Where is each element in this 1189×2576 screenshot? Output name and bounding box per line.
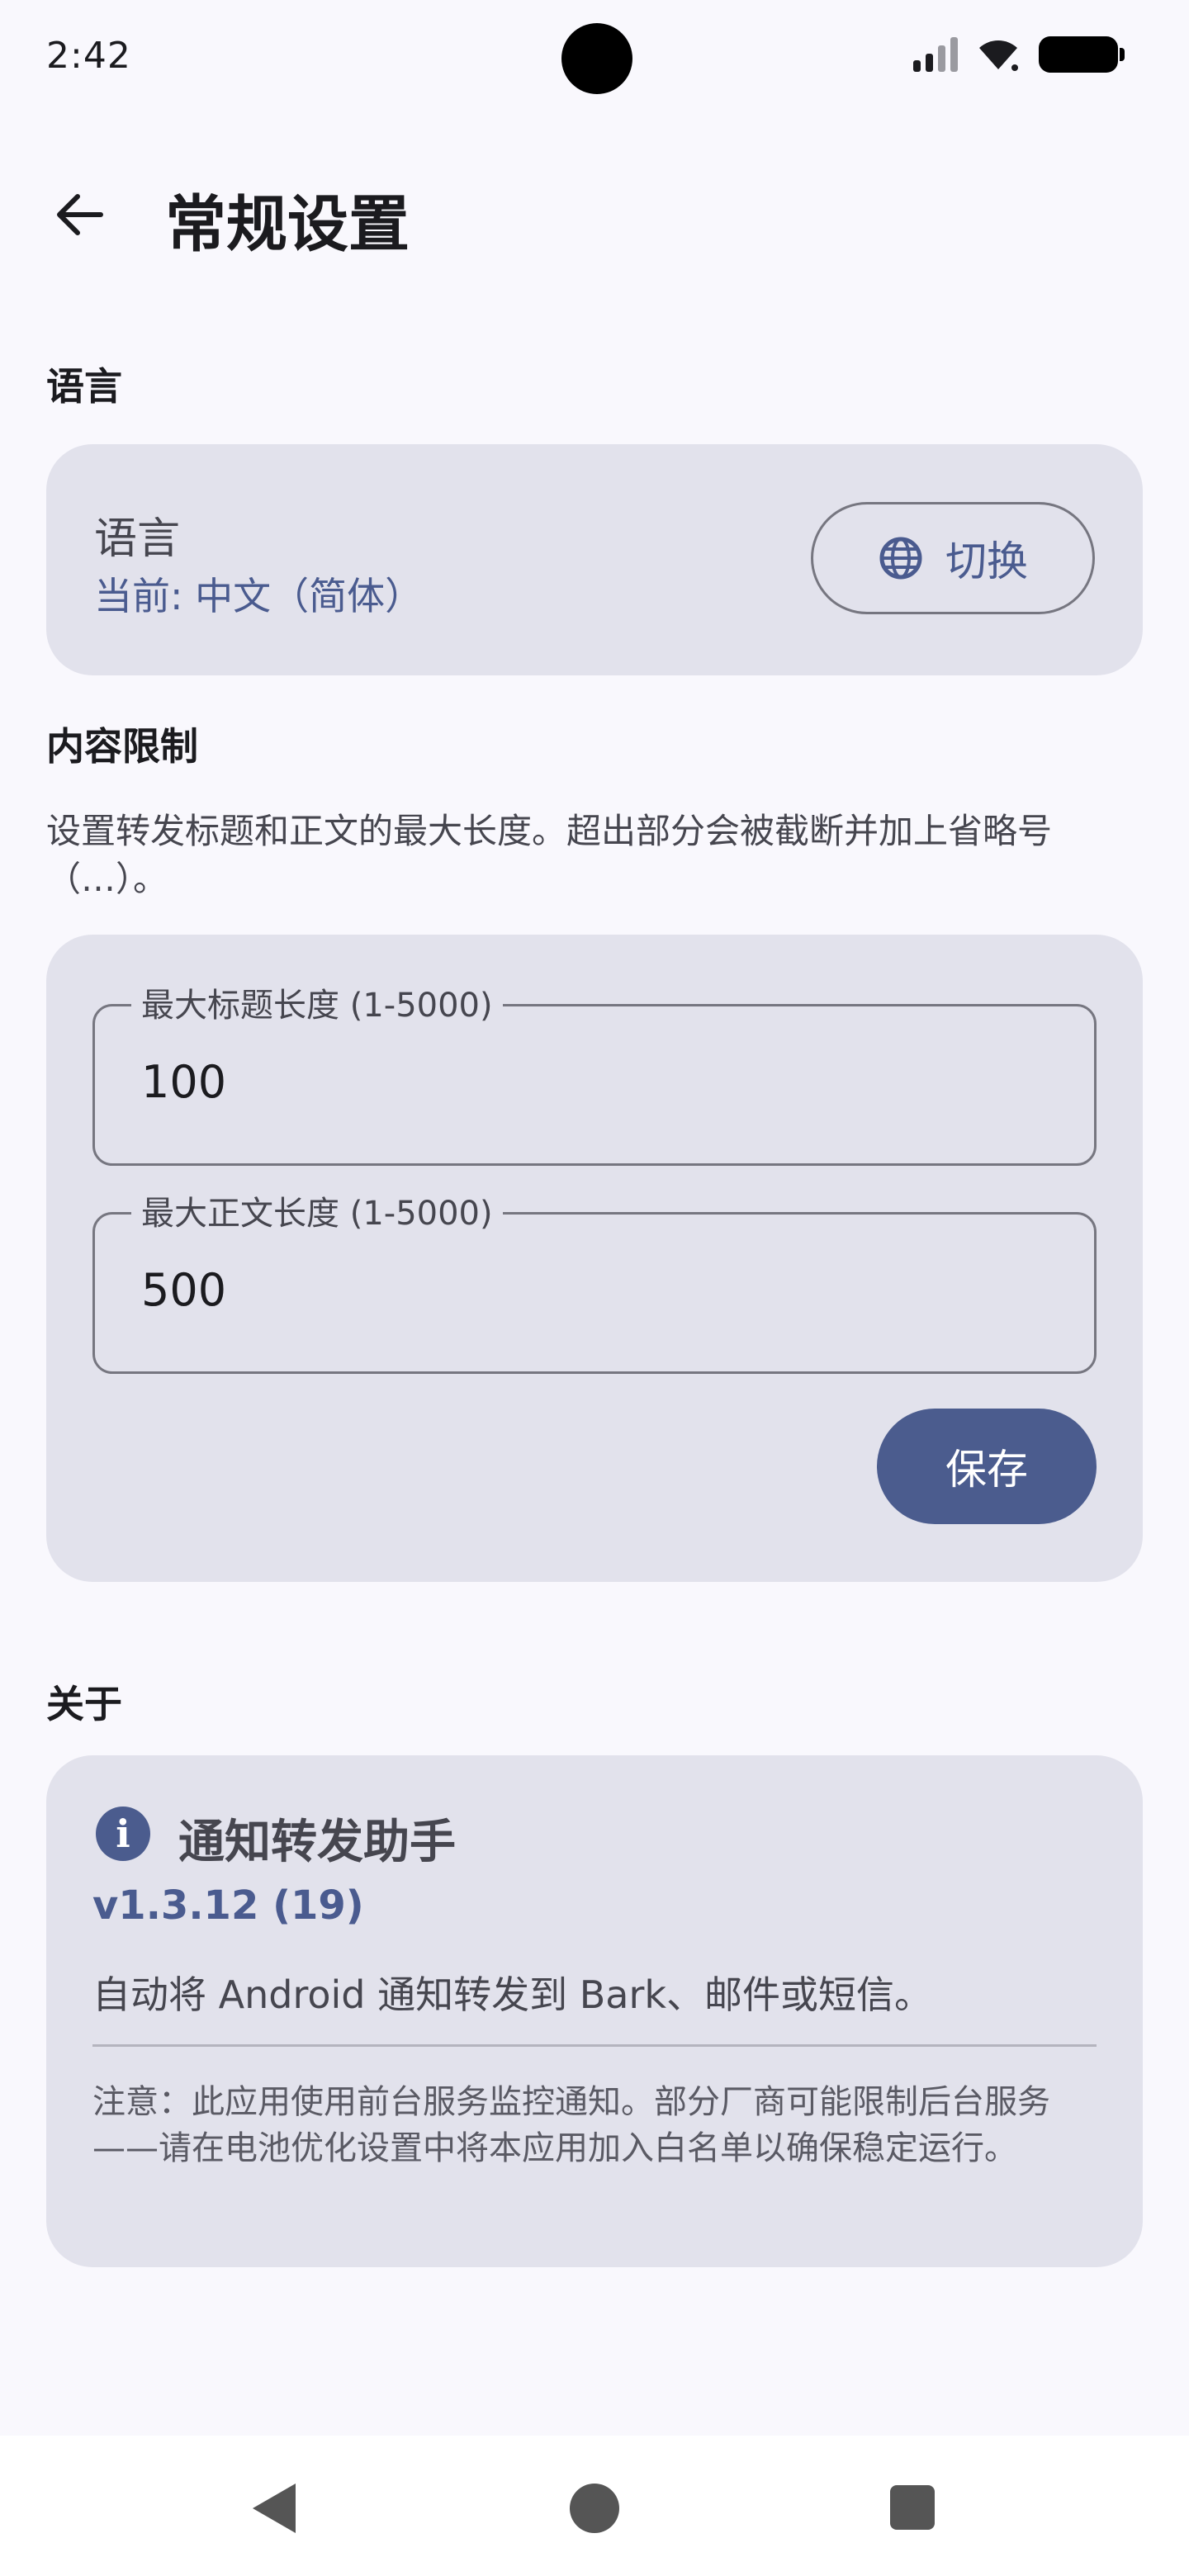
switch-language-button[interactable]: 切换: [811, 502, 1095, 614]
status-time: 2:42: [46, 35, 131, 77]
info-icon: i: [96, 1807, 150, 1861]
wifi-icon: [979, 40, 1018, 71]
battery-icon: [1039, 36, 1125, 73]
content-limit-description: 设置转发标题和正文的最大长度。超出部分会被截断并加上省略号（…）。: [46, 811, 1053, 899]
max-title-length-value[interactable]: 100: [141, 1056, 226, 1108]
max-body-length-field[interactable]: 最大正文长度 (1-5000) 500: [92, 1186, 1097, 1374]
camera-cutout: [561, 23, 632, 94]
status-icons: [913, 36, 1125, 73]
page-title: 常规设置: [165, 189, 410, 260]
section-heading-language: 语言: [46, 364, 122, 409]
about-card: i 通知转发助手 v1.3.12 (19) 自动将 Android 通知转发到 …: [46, 1755, 1143, 2267]
nav-home-icon[interactable]: [570, 2484, 619, 2533]
signal-icon: [913, 37, 958, 72]
max-title-length-field[interactable]: 最大标题长度 (1-5000) 100: [92, 978, 1097, 1166]
save-button[interactable]: 保存: [877, 1409, 1097, 1524]
arrow-left-icon: [57, 194, 103, 235]
nav-recents-icon[interactable]: [890, 2485, 935, 2530]
language-current: 当前: 中文（简体）: [94, 574, 424, 618]
language-card: 语言 当前: 中文（简体） 切换: [46, 444, 1143, 675]
system-navigation-bar: [0, 2436, 1189, 2576]
app-version: v1.3.12 (19): [92, 1882, 364, 1929]
max-body-length-label: 最大正文长度 (1-5000): [131, 1186, 503, 1234]
divider: [92, 2044, 1097, 2047]
max-body-length-value[interactable]: 500: [141, 1264, 226, 1316]
section-heading-content-limit: 内容限制: [46, 724, 198, 769]
max-title-length-label: 最大标题长度 (1-5000): [131, 978, 503, 1026]
app-description: 自动将 Android 通知转发到 Bark、邮件或短信。: [92, 1972, 933, 2017]
switch-language-label: 切换: [945, 537, 1028, 585]
content-limit-card: 最大标题长度 (1-5000) 100 最大正文长度 (1-5000) 500 …: [46, 935, 1143, 1582]
app-name: 通知转发助手: [178, 1816, 456, 1869]
status-bar: 2:42: [0, 0, 1189, 116]
back-button[interactable]: [46, 182, 112, 248]
nav-back-icon[interactable]: [253, 2484, 296, 2533]
app-bar: 常规设置: [0, 157, 1189, 272]
language-label: 语言: [94, 514, 181, 564]
app-note: 注意：此应用使用前台服务监控通知。部分厂商可能限制后台服务——请在电池优化设置中…: [92, 2083, 1050, 2167]
globe-icon: [879, 537, 922, 580]
section-heading-about: 关于: [46, 1682, 122, 1726]
